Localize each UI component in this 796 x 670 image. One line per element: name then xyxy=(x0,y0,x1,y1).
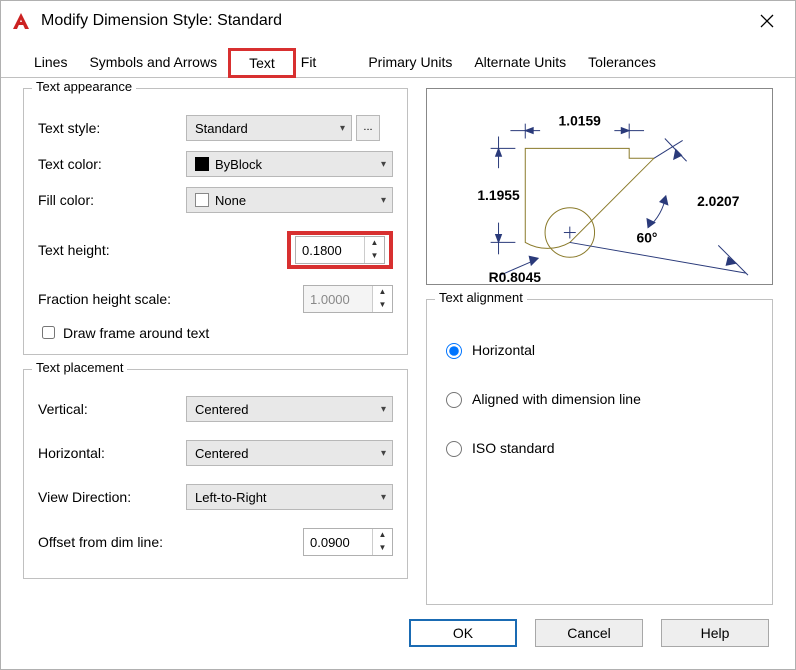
dropdown-horizontal[interactable]: Centered ▾ xyxy=(186,440,393,466)
preview-dim-top: 1.0159 xyxy=(559,113,602,129)
right-column: 1.0159 1.1955 xyxy=(426,88,773,605)
group-text-placement: Text placement Vertical: Centered ▾ Hori… xyxy=(23,369,408,579)
legend-text-alignment: Text alignment xyxy=(435,290,527,305)
label-radio-horizontal: Horizontal xyxy=(472,342,535,358)
chevron-down-icon: ▾ xyxy=(381,195,386,206)
chevron-down-icon: ▾ xyxy=(381,159,386,170)
dropdown-horizontal-value: Centered xyxy=(195,446,248,461)
label-text-height: Text height: xyxy=(38,242,186,258)
tab-primary-units[interactable]: Primary Units xyxy=(357,47,463,77)
preview-dim-angle: 60° xyxy=(637,229,658,245)
preview-dim-radius: R0.8045 xyxy=(489,269,542,284)
dropdown-fill-color[interactable]: None ▾ xyxy=(186,187,393,213)
input-text-height[interactable] xyxy=(296,237,364,263)
arrow-down-icon: ▼ xyxy=(373,299,392,312)
label-fraction-scale: Fraction height scale: xyxy=(38,291,218,307)
dropdown-view-direction[interactable]: Left-to-Right ▾ xyxy=(186,484,393,510)
arrow-down-icon[interactable]: ▼ xyxy=(365,250,384,263)
group-text-appearance: Text appearance Text style: Standard ▾ .… xyxy=(23,88,408,355)
dialog-footer: OK Cancel Help xyxy=(1,605,795,669)
spinner-fraction-scale: ▲ ▼ xyxy=(303,285,393,313)
dropdown-fill-color-value: None xyxy=(215,193,246,208)
dialog-body: Text appearance Text style: Standard ▾ .… xyxy=(1,78,795,605)
spinner-arrows: ▲ ▼ xyxy=(364,237,384,263)
label-offset: Offset from dim line: xyxy=(38,534,218,550)
arrow-up-icon: ▲ xyxy=(373,286,392,299)
tab-fit[interactable]: Fit xyxy=(296,47,328,77)
tab-lines[interactable]: Lines xyxy=(23,47,78,77)
chevron-down-icon: ▾ xyxy=(381,492,386,503)
spinner-arrows: ▲ ▼ xyxy=(372,286,392,312)
dropdown-text-color[interactable]: ByBlock ▾ xyxy=(186,151,393,177)
dropdown-vertical[interactable]: Centered ▾ xyxy=(186,396,393,422)
checkbox-draw-frame[interactable] xyxy=(42,326,55,339)
chevron-down-icon: ▾ xyxy=(381,448,386,459)
radio-iso[interactable] xyxy=(446,441,462,457)
titlebar: Modify Dimension Style: Standard xyxy=(1,1,795,41)
spinner-offset[interactable]: ▲ ▼ xyxy=(303,528,393,556)
label-fill-color: Fill color: xyxy=(38,192,186,208)
label-horizontal: Horizontal: xyxy=(38,445,186,461)
input-fraction-scale xyxy=(304,286,372,312)
tab-symbols-arrows[interactable]: Symbols and Arrows xyxy=(78,47,228,77)
swatch-icon xyxy=(195,193,209,207)
label-view-direction: View Direction: xyxy=(38,489,186,505)
close-button[interactable] xyxy=(749,6,785,36)
label-radio-iso: ISO standard xyxy=(472,440,555,456)
chevron-down-icon: ▾ xyxy=(381,404,386,415)
arrow-down-icon[interactable]: ▼ xyxy=(373,542,392,555)
swatch-icon xyxy=(195,157,209,171)
cancel-button[interactable]: Cancel xyxy=(535,619,643,647)
radio-horizontal[interactable] xyxy=(446,343,462,359)
window-title: Modify Dimension Style: Standard xyxy=(41,12,749,30)
help-button[interactable]: Help xyxy=(661,619,769,647)
highlight-text-height: ▲ ▼ xyxy=(287,231,393,269)
legend-text-placement: Text placement xyxy=(32,360,127,375)
dropdown-text-style-value: Standard xyxy=(195,121,248,136)
preview-dim-diag: 2.0207 xyxy=(697,193,740,209)
preview-dim-left: 1.1955 xyxy=(477,187,520,203)
spinner-arrows: ▲ ▼ xyxy=(372,529,392,555)
label-draw-frame: Draw frame around text xyxy=(63,325,209,341)
dropdown-text-style[interactable]: Standard ▾ xyxy=(186,115,352,141)
legend-text-appearance: Text appearance xyxy=(32,79,136,94)
spinner-text-height[interactable]: ▲ ▼ xyxy=(295,236,385,264)
chevron-down-icon: ▾ xyxy=(340,123,345,134)
arrow-up-icon[interactable]: ▲ xyxy=(373,529,392,542)
ok-button[interactable]: OK xyxy=(409,619,517,647)
app-icon xyxy=(11,11,31,31)
group-text-alignment: Text alignment Horizontal Aligned with d… xyxy=(426,299,773,605)
tab-alternate-units[interactable]: Alternate Units xyxy=(463,47,577,77)
dropdown-view-direction-value: Left-to-Right xyxy=(195,490,267,505)
dialog-window: Modify Dimension Style: Standard Lines S… xyxy=(0,0,796,670)
dimension-preview: 1.0159 1.1955 xyxy=(426,88,773,285)
tab-strip: Lines Symbols and Arrows Text Fit Primar… xyxy=(1,47,795,78)
input-offset[interactable] xyxy=(304,529,372,555)
text-style-browse-button[interactable]: ... xyxy=(356,115,380,141)
tab-tolerances[interactable]: Tolerances xyxy=(577,47,667,77)
dropdown-text-color-value: ByBlock xyxy=(215,157,262,172)
tab-text[interactable]: Text xyxy=(228,48,296,78)
label-text-style: Text style: xyxy=(38,120,186,136)
label-radio-aligned: Aligned with dimension line xyxy=(472,391,641,407)
left-column: Text appearance Text style: Standard ▾ .… xyxy=(23,88,408,605)
close-icon xyxy=(760,14,774,28)
label-text-color: Text color: xyxy=(38,156,186,172)
radio-aligned[interactable] xyxy=(446,392,462,408)
label-vertical: Vertical: xyxy=(38,401,186,417)
arrow-up-icon[interactable]: ▲ xyxy=(365,237,384,250)
dropdown-vertical-value: Centered xyxy=(195,402,248,417)
